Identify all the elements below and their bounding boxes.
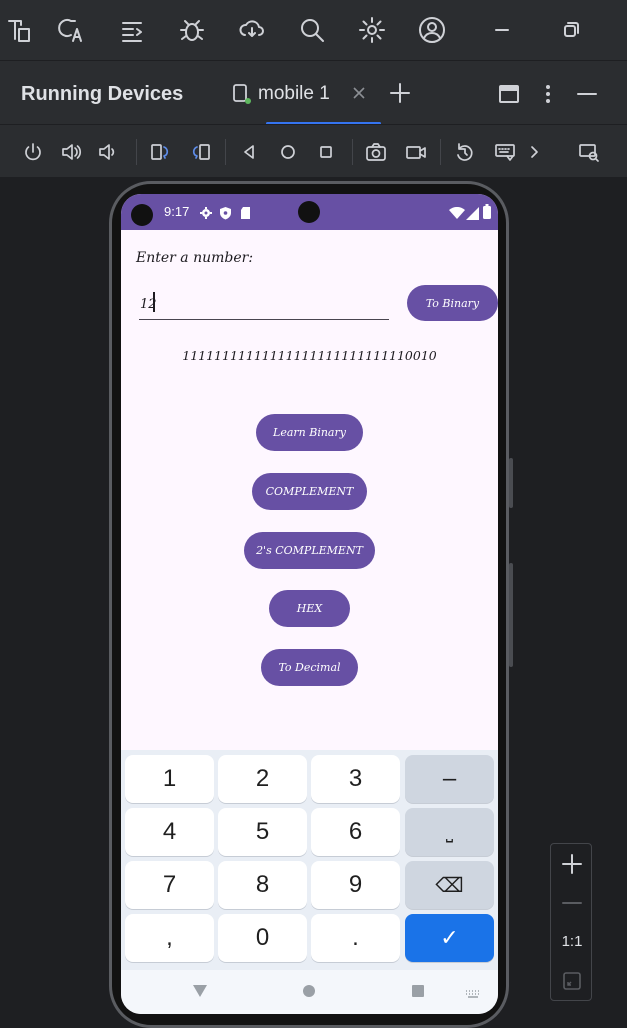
screen-record-icon[interactable] [402,138,430,166]
binary-result: 11111111111111111111111111110010 [182,348,437,363]
key-backspace[interactable]: ⌫ [405,861,494,909]
tab-label: mobile 1 [258,83,330,104]
key-period[interactable]: . [311,914,400,962]
device-toolbar [0,124,627,178]
wifi-icon [449,205,465,224]
key-1[interactable]: 1 [125,755,214,803]
numeric-keyboard: 1 2 3 – 4 5 6 ⎵ 7 8 9 ⌫ , 0 . ✓ [121,750,498,970]
tab-mobile-1[interactable]: mobile 1 [226,61,381,125]
device-icon [232,83,252,109]
key-8[interactable]: 8 [218,861,307,909]
front-camera [298,201,320,223]
battery-icon [483,204,491,223]
device-mirror-icon[interactable] [575,138,603,166]
panel-header: Running Devices mobile 1 [0,60,627,125]
minimize-window-icon[interactable] [482,10,522,50]
phone-screen: 9:17 Enter a number: To Binary 111111111… [121,194,498,1014]
rotate-left-icon[interactable] [146,138,174,166]
volume-down-icon[interactable] [94,138,122,166]
text-cursor [153,292,155,312]
back-icon[interactable] [235,138,263,166]
camera-cutout [131,204,153,226]
key-space[interactable]: ⎵ [405,808,494,856]
power-icon[interactable] [19,138,47,166]
close-tab-icon[interactable] [352,85,366,104]
more-options-icon[interactable] [538,83,558,109]
sdcard-status-icon [240,205,251,224]
key-3[interactable]: 3 [311,755,400,803]
volume-up-icon[interactable] [57,138,85,166]
nav-back-icon[interactable] [192,983,208,1002]
cloud-sync-icon[interactable] [232,10,272,50]
signal-icon [466,205,479,224]
keyboard-switch-icon[interactable] [465,984,481,1003]
hex-button[interactable]: HEX [269,590,350,627]
nav-home-icon[interactable] [302,983,316,1002]
twos-complement-button[interactable]: 2's COMPLEMENT [244,532,375,569]
translate-icon[interactable] [52,10,92,50]
number-prompt: Enter a number: [136,250,254,266]
status-bar: 9:17 [121,194,498,230]
screenshot-icon[interactable] [362,138,390,166]
key-7[interactable]: 7 [125,861,214,909]
rotate-right-icon[interactable] [187,138,215,166]
toolbar-divider [352,139,353,165]
key-4[interactable]: 4 [125,808,214,856]
profile-icon[interactable] [412,10,452,50]
to-binary-button[interactable]: To Binary [407,285,498,321]
key-2[interactable]: 2 [218,755,307,803]
phone-power-button[interactable] [509,458,513,508]
key-minus[interactable]: – [405,755,494,803]
zoom-in-icon[interactable] [560,852,584,880]
shield-status-icon [219,205,232,224]
nav-overview-icon[interactable] [411,983,425,1002]
app-content: Enter a number: To Binary 11111111111111… [121,230,498,750]
keyboard-icon[interactable] [491,138,519,166]
to-decimal-button[interactable]: To Decimal [261,649,358,686]
project-icon[interactable] [0,10,40,50]
structure-icon[interactable] [112,10,152,50]
top-toolbar [0,0,627,60]
reset-icon[interactable] [451,138,479,166]
phone-volume-button[interactable] [509,563,513,667]
panel-title: Running Devices [21,83,184,105]
number-input[interactable] [139,290,389,320]
learn-binary-button[interactable]: Learn Binary [256,414,363,451]
key-6[interactable]: 6 [311,808,400,856]
toolbar-divider [136,139,137,165]
debug-icon[interactable] [172,10,212,50]
overview-icon[interactable] [312,138,340,166]
complement-button[interactable]: COMPLEMENT [252,473,367,510]
more-chevron-icon[interactable] [520,138,548,166]
hide-panel-icon[interactable] [575,83,599,109]
navigation-bar [121,970,498,1014]
key-5[interactable]: 5 [218,808,307,856]
search-icon[interactable] [292,10,332,50]
zoom-controls: 1:1 [550,843,592,1001]
zoom-out-icon[interactable] [560,891,584,919]
zoom-fit-icon[interactable] [562,971,582,995]
add-tab-icon[interactable] [388,81,412,109]
status-time: 9:17 [164,204,190,219]
toolbar-divider [225,139,226,165]
key-0[interactable]: 0 [218,914,307,962]
home-icon[interactable] [274,138,302,166]
key-done[interactable]: ✓ [405,914,494,962]
key-9[interactable]: 9 [311,861,400,909]
layout-icon[interactable] [498,83,520,109]
settings-status-icon [199,205,213,224]
zoom-actual-size-button[interactable]: 1:1 [551,933,593,950]
key-comma[interactable]: , [125,914,214,962]
toolbar-divider [440,139,441,165]
gear-icon[interactable] [352,10,392,50]
restore-window-icon[interactable] [551,10,591,50]
